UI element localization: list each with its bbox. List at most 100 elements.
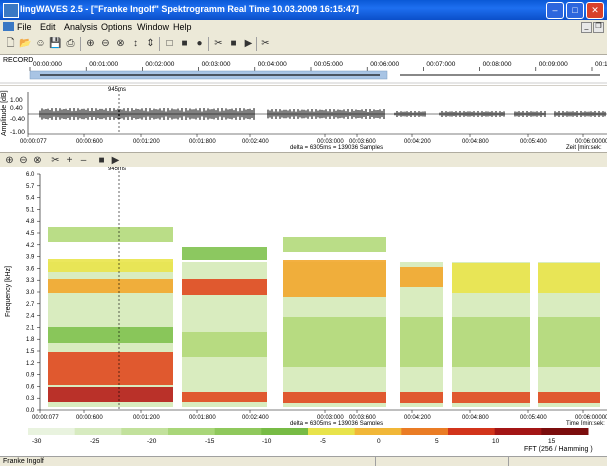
- waveform-xtick-label: 00:04:200: [404, 139, 431, 145]
- mdi-restore-icon[interactable]: ❐: [593, 22, 604, 33]
- spectrogram-plot: 6.0 5.7 5.4 5.1 4.8 4.5 4.2 3.9 3.6 3.3 3.0 2.7 2.4 2…: [26, 167, 607, 427]
- spectrogram-xtick-label: 00:01:800: [189, 415, 216, 421]
- menu-file[interactable]: File: [17, 22, 32, 32]
- record-tick-label: 00:04:000: [258, 61, 287, 68]
- export-icon[interactable]: ✂: [259, 37, 272, 50]
- waveform-cursor-label: 945ms: [108, 87, 126, 93]
- status-cell: [508, 457, 607, 466]
- colorbar-segment: [261, 428, 309, 435]
- spectrogram-ytick-label: 2.4: [26, 314, 35, 320]
- record-tick-label: 00:03:000: [202, 61, 231, 68]
- waveform-ytick-label: 1.00: [10, 97, 23, 104]
- close-icon[interactable]: ✕: [586, 2, 604, 19]
- colorbar-segment: [74, 428, 122, 435]
- waveform-xtick-label: 00:00:077: [20, 139, 47, 145]
- title-bar[interactable]: lingWAVES 2.5 - ["Franke Ingolf" Spektro…: [0, 0, 607, 20]
- record-tick-label: 00:01:000: [89, 61, 118, 68]
- select-icon[interactable]: □: [163, 37, 176, 50]
- toolbar-separator: [80, 37, 81, 51]
- spectrogram-ytick-label: 4.8: [26, 219, 35, 225]
- spec-settings-icon[interactable]: ✂: [49, 154, 62, 167]
- zoom-vertical-icon[interactable]: ↕: [129, 37, 142, 50]
- spectrogram-band: [182, 247, 267, 260]
- menu-window[interactable]: Window: [137, 22, 169, 32]
- spectrogram-band: [538, 392, 600, 403]
- spectrogram-ytick-label: 4.5: [26, 231, 35, 237]
- spectrogram-ytick-label: 5.7: [26, 184, 35, 190]
- spectrogram-band: [400, 392, 443, 403]
- menu-options[interactable]: Options: [101, 22, 132, 32]
- spectrogram-band: [283, 392, 386, 403]
- spectrogram-xtick-label: 00:05:400: [520, 415, 547, 421]
- spec-plus-icon[interactable]: +: [63, 154, 76, 167]
- toolbar-separator: [256, 37, 257, 51]
- spec-zoom-in-icon[interactable]: ⊕: [3, 154, 16, 167]
- zoom-fit-icon[interactable]: ⊗: [114, 37, 127, 50]
- record-tick-label: 00:10:0: [595, 61, 607, 68]
- colorbar-tick-label: -30: [32, 438, 42, 445]
- colorbar-segment: [28, 428, 76, 435]
- spec-zoom-reset-icon[interactable]: ⊗: [31, 154, 44, 167]
- spectrogram-band: [538, 263, 600, 293]
- marker-icon[interactable]: ✂: [212, 37, 225, 50]
- waveform-panel[interactable]: 1.00 0.40 -0.40 -1.00 945ms 00:00:077 00:00:60…: [0, 86, 607, 152]
- fft-label: FFT (256 / Hamming ): [524, 446, 593, 453]
- waveform-xtick-label: 00:01:200: [133, 139, 160, 145]
- minimize-icon[interactable]: –: [546, 2, 564, 19]
- spectrogram-ytick-label: 2.1: [26, 325, 35, 331]
- spec-play-icon[interactable]: ▶: [109, 154, 122, 167]
- spec-minus-icon[interactable]: –: [77, 154, 90, 167]
- menu-analysis[interactable]: Analysis: [64, 22, 98, 32]
- circle-icon[interactable]: ●: [193, 37, 206, 50]
- spectrogram-band: [48, 387, 173, 402]
- zoom-in-icon[interactable]: ⊕: [84, 37, 97, 50]
- record-tick-label: 00:08:000: [483, 61, 512, 68]
- waveform-xtick-label: 00:01:800: [189, 139, 216, 145]
- fit-vertical-icon[interactable]: ⇕: [144, 37, 157, 50]
- menu-help[interactable]: Help: [173, 22, 192, 32]
- colorbar-panel: -30 -25 -20 -15 -10 -5 0 5 10 15 FFT (256 / Hammi…: [0, 425, 607, 456]
- record-timeline: 00:00:000 00:01:000 00:02:000 00:03:000 00:0…: [0, 61, 607, 84]
- spectrogram-ytick-label: 6.0: [26, 172, 35, 178]
- spectrogram-ytick-label: 1.8: [26, 337, 35, 343]
- spectrogram-xtick-label: 00:00:600: [76, 415, 103, 421]
- play-icon[interactable]: ▶: [242, 37, 255, 50]
- maximize-icon[interactable]: □: [566, 2, 584, 19]
- mdi-minimize-icon[interactable]: _: [581, 22, 592, 33]
- colorbar-tick-label: -10: [262, 438, 272, 445]
- record-icon[interactable]: ☺: [34, 37, 47, 50]
- record-overview[interactable]: RECORD 00:00:000 00:01:000 00:02:000 00:03:…: [0, 55, 607, 85]
- zoom-out-icon[interactable]: ⊖: [99, 37, 112, 50]
- spec-stop-icon[interactable]: ■: [95, 154, 108, 167]
- document-icon[interactable]: [3, 22, 14, 31]
- status-cell: [375, 457, 508, 466]
- window-title: lingWAVES 2.5 - ["Franke Ingolf" Spektro…: [20, 4, 359, 14]
- spec-zoom-out-icon[interactable]: ⊖: [17, 154, 30, 167]
- spectrogram-toolbar: ⊕ ⊖ ⊗ ✂ + – ■ ▶: [0, 152, 607, 168]
- app-window: lingWAVES 2.5 - ["Franke Ingolf" Spektro…: [0, 0, 607, 466]
- status-bar: Franke Ingolf: [0, 456, 607, 466]
- menu-edit[interactable]: Edit: [40, 22, 56, 32]
- open-icon[interactable]: 📂: [19, 37, 32, 50]
- spectrogram-band: [182, 392, 267, 402]
- spectrogram-band: [283, 260, 386, 297]
- spectrogram-band: [538, 317, 600, 367]
- waveform-delta: delta = 6305ms = 139036 Samples: [290, 145, 383, 151]
- spectrogram-xtick-label: 00:04:800: [462, 415, 489, 421]
- print-icon[interactable]: ⎙: [64, 37, 77, 50]
- spectrogram-band: [400, 317, 443, 367]
- colorbar-tick-label: 0: [377, 438, 381, 445]
- spectrogram-band: [48, 227, 173, 242]
- waveform-ytick-label: 0.40: [10, 105, 23, 112]
- stop-icon[interactable]: ■: [227, 37, 240, 50]
- record-tick-label: 00:06:000: [370, 61, 399, 68]
- spectrogram-xtick-label: 00:04:200: [404, 415, 431, 421]
- save-icon[interactable]: 💾: [49, 37, 62, 50]
- spectrogram-panel[interactable]: 6.0 5.7 5.4 5.1 4.8 4.5 4.2 3.9 3.6 3.3 3.0 2.7 2.4 2…: [0, 167, 607, 446]
- spectrogram-ytick-label: 0.3: [26, 396, 35, 402]
- spectrogram-band: [182, 279, 267, 295]
- record-tick-label: 00:09:000: [539, 61, 568, 68]
- square-icon[interactable]: ■: [178, 37, 191, 50]
- new-icon[interactable]: 🗋: [4, 37, 17, 50]
- waveform-ytick-label: -1.00: [10, 129, 25, 136]
